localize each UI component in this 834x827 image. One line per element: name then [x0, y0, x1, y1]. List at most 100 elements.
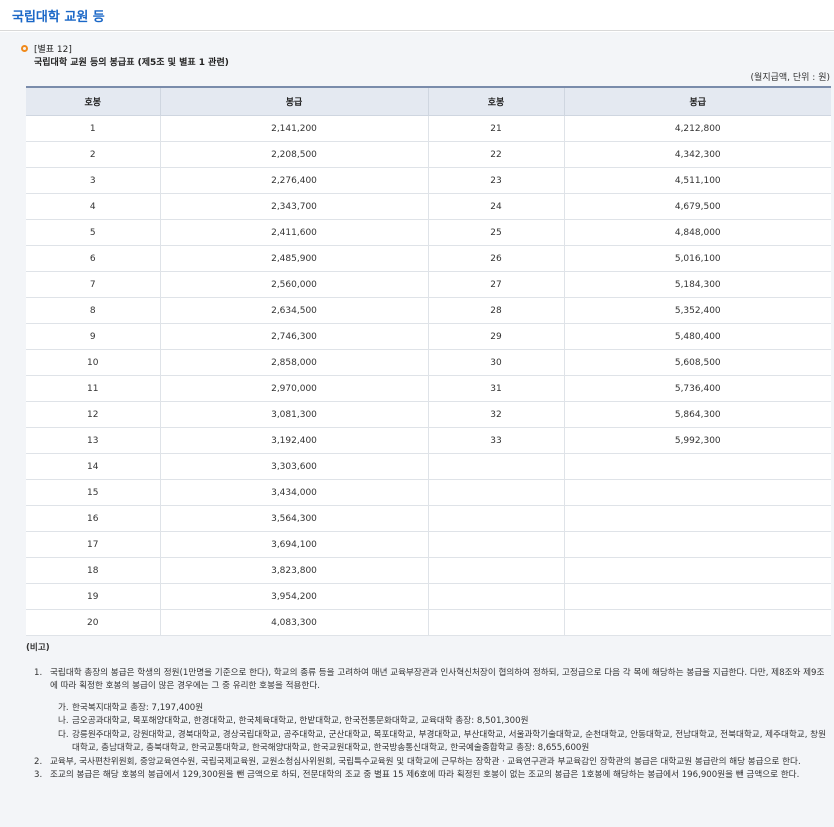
cell-grade: 1: [26, 115, 160, 142]
cell-salary: 5,184,300: [563, 271, 831, 298]
cell-grade: 26: [427, 245, 564, 272]
table-row: 11 2,970,000 31 5,736,400: [26, 375, 831, 402]
cell-salary: 5,608,500: [563, 349, 831, 376]
header-salary-2: 봉급: [563, 86, 831, 116]
note-number: 1.: [34, 667, 43, 678]
table-row: 3 2,276,400 23 4,511,100: [26, 167, 831, 194]
cell-grade: 22: [427, 141, 564, 168]
cell-salary: 3,564,300: [159, 505, 428, 532]
cell-grade: [427, 609, 564, 636]
cell-salary: 3,303,600: [159, 453, 428, 480]
note-text: 국립대학 총장의 봉급은 학생의 정원(1만명을 기준으로 한다), 학교의 종…: [50, 667, 825, 692]
cell-grade: 4: [26, 193, 160, 220]
note-item: 1. 국립대학 총장의 봉급은 학생의 정원(1만명을 기준으로 한다), 학교…: [26, 667, 826, 694]
cell-salary: 2,276,400: [159, 167, 428, 194]
cell-grade: 21: [427, 115, 564, 142]
cell-salary: 2,411,600: [159, 219, 428, 246]
cell-grade: 19: [26, 583, 160, 610]
table-row: 6 2,485,900 26 5,016,100: [26, 245, 831, 272]
cell-grade: [427, 505, 564, 532]
cell-grade: 3: [26, 167, 160, 194]
cell-salary: 2,746,300: [159, 323, 428, 350]
cell-grade: 25: [427, 219, 564, 246]
cell-grade: [427, 479, 564, 506]
cell-grade: 32: [427, 401, 564, 428]
note-item: 3. 조교의 봉급은 해당 호봉의 봉급에서 129,300원을 뺀 금액으로 …: [26, 769, 826, 783]
table-row: 12 3,081,300 32 5,864,300: [26, 401, 831, 428]
table-row: 2 2,208,500 22 4,342,300: [26, 141, 831, 168]
table-row: 4 2,343,700 24 4,679,500: [26, 193, 831, 220]
table-row: 20 4,083,300: [26, 609, 831, 636]
note-text: 교육부, 국사편찬위원회, 중앙교육연수원, 국립국제교육원, 교원소청심사위원…: [50, 756, 801, 767]
cell-grade: 20: [26, 609, 160, 636]
note-sub-item: 다. 강릉원주대학교, 강원대학교, 경북대학교, 경상국립대학교, 공주대학교…: [26, 729, 826, 756]
cell-grade: 7: [26, 271, 160, 298]
cell-grade: 10: [26, 349, 160, 376]
header-grade-1: 호봉: [26, 86, 160, 116]
cell-grade: 2: [26, 141, 160, 168]
note-sub-text: 강릉원주대학교, 강원대학교, 경북대학교, 경상국립대학교, 공주대학교, 군…: [72, 729, 826, 754]
cell-salary: 3,081,300: [159, 401, 428, 428]
circle-bullet-icon: [21, 45, 28, 52]
note-text: 조교의 봉급은 해당 호봉의 봉급에서 129,300원을 뺀 금액으로 하되,…: [50, 770, 800, 780]
cell-grade: 9: [26, 323, 160, 350]
caption-title: 국립대학 교원 등의 봉급표 (제5조 및 별표 1 관련): [34, 58, 229, 68]
cell-salary: 5,992,300: [563, 427, 831, 454]
cell-grade: 12: [26, 401, 160, 428]
cell-grade: 16: [26, 505, 160, 532]
cell-salary: [563, 557, 831, 584]
cell-salary: 4,848,000: [563, 219, 831, 246]
cell-salary: [563, 479, 831, 506]
cell-grade: 13: [26, 427, 160, 454]
header-grade-2: 호봉: [427, 86, 564, 116]
notes-section: (비고) 1. 국립대학 총장의 봉급은 학생의 정원(1만명을 기준으로 한다…: [26, 642, 826, 783]
cell-grade: 18: [26, 557, 160, 584]
cell-grade: 17: [26, 531, 160, 558]
cell-grade: 29: [427, 323, 564, 350]
table-header-row: 호봉 봉급 호봉 봉급: [26, 86, 831, 116]
cell-grade: 31: [427, 375, 564, 402]
cell-salary: 5,352,400: [563, 297, 831, 324]
cell-grade: 15: [26, 479, 160, 506]
cell-grade: 23: [427, 167, 564, 194]
pay-table: 호봉 봉급 호봉 봉급 1 2,141,200 21 4,212,800 2 2,208,…: [26, 86, 831, 636]
note-sub-text: 한국복지대학교 총장: 7,197,400원: [72, 702, 204, 713]
table-row: 13 3,192,400 33 5,992,300: [26, 427, 831, 454]
cell-salary: 4,083,300: [159, 609, 428, 636]
note-sub-text: 금오공과대학교, 목포해양대학교, 한경대학교, 한국체육대학교, 한밭대학교,…: [72, 716, 529, 726]
table-row: 5 2,411,600 25 4,848,000: [26, 219, 831, 246]
cell-salary: 2,970,000: [159, 375, 428, 402]
note-item: 2. 교육부, 국사편찬위원회, 중앙교육연수원, 국립국제교육원, 교원소청심…: [26, 756, 826, 770]
note-sub-item: 가. 한국복지대학교 총장: 7,197,400원: [26, 702, 826, 716]
cell-salary: 2,485,900: [159, 245, 428, 272]
cell-salary: [563, 505, 831, 532]
cell-grade: 24: [427, 193, 564, 220]
cell-salary: 3,954,200: [159, 583, 428, 610]
cell-salary: 2,208,500: [159, 141, 428, 168]
cell-salary: 4,342,300: [563, 141, 831, 168]
cell-salary: [563, 609, 831, 636]
cell-salary: 4,212,800: [563, 115, 831, 142]
note-sub-number: 가.: [58, 702, 69, 713]
unit-note: (월지급액, 단위 : 원): [750, 73, 830, 83]
cell-salary: 3,694,100: [159, 531, 428, 558]
note-number: 3.: [34, 770, 43, 780]
cell-grade: [427, 557, 564, 584]
cell-salary: [563, 531, 831, 558]
table-row: 14 3,303,600: [26, 453, 831, 480]
cell-salary: 5,736,400: [563, 375, 831, 402]
note-sub-number: 다.: [58, 729, 69, 740]
note-sub-item: 나. 금오공과대학교, 목포해양대학교, 한경대학교, 한국체육대학교, 한밭대…: [26, 715, 826, 729]
table-row: 9 2,746,300 29 5,480,400: [26, 323, 831, 350]
cell-grade: 28: [427, 297, 564, 324]
cell-grade: [427, 583, 564, 610]
page-title: 국립대학 교원 등: [12, 10, 105, 25]
title-divider: [0, 30, 834, 31]
cell-salary: [563, 583, 831, 610]
cell-grade: 6: [26, 245, 160, 272]
cell-salary: 2,634,500: [159, 297, 428, 324]
cell-salary: 5,864,300: [563, 401, 831, 428]
cell-grade: 33: [427, 427, 564, 454]
cell-salary: 3,823,800: [159, 557, 428, 584]
note-sub-number: 나.: [58, 716, 69, 726]
